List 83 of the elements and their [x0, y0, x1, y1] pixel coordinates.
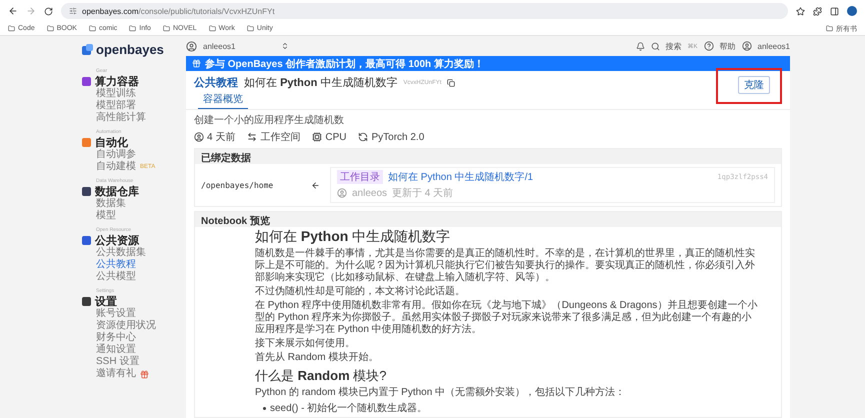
logo[interactable]: openbayes [82, 42, 182, 57]
extensions-icon[interactable] [813, 6, 822, 16]
folder-icon [88, 25, 96, 32]
dataset-link[interactable]: 如何在 Python 中生成随机数字/1 [388, 170, 534, 184]
nav-group-title: 自动化 [82, 135, 182, 149]
nav-group-title: 算力容器 [82, 74, 182, 88]
nav-item[interactable]: 资源使用状况 [82, 320, 182, 332]
circle-arrow-icon [358, 132, 368, 142]
meta-text: PyTorch 2.0 [371, 132, 424, 142]
bookmark-star-icon[interactable] [796, 6, 805, 16]
meta-text: CPU [325, 132, 346, 142]
section-title: 已绑定数据 [195, 149, 781, 164]
help-icon[interactable] [704, 41, 714, 51]
bell-icon[interactable] [636, 42, 644, 50]
paragraph: 接下来展示如何使用。 [255, 338, 356, 350]
nav-item[interactable]: 高性能计算 [82, 112, 182, 124]
banner-text: 参与 OpenBayes 创作者激励计划，最高可得 100h 算力奖励！ [205, 57, 484, 70]
nav-group-title: 公共资源 [82, 233, 182, 247]
paragraph: 首先从 Random 模块开始。 [255, 352, 380, 364]
avatar-icon [337, 188, 347, 198]
promo-banner[interactable]: 参与 OpenBayes 创作者激励计划，最高可得 100h 算力奖励！ [186, 56, 790, 71]
updated-time: 更新于 4 天前 [392, 186, 454, 200]
nav-item[interactable]: 模型部署 [82, 100, 182, 112]
reload-icon[interactable] [44, 6, 53, 16]
tag: 工作目录 [337, 170, 383, 184]
arrow-left-icon [311, 180, 320, 190]
nav-item[interactable]: 模型训练 [82, 88, 182, 100]
paragraph: 在 Python 程序中使用随机数非常有用。假如你在玩《龙与地下城》（Dungeons & Dragons）并且想要创建一个小型的 Python 程序来为你掷骰子。虽然用实体骰子掷骰子对玩家来说带来了很多满足感，但为此创建一个有趣的小应用程序是学习在 Python 中使用随机数的好方法。 [255, 300, 758, 336]
site-settings-icon[interactable] [69, 7, 77, 15]
user-name: anleeos [352, 188, 388, 198]
paragraph: 随机数是一件棘手的事情，尤其是当你需要的是真正的随机性时。不幸的是，在计算机的世界里，真正的随机性实际上是不可能的。为什么呢？因为计算机只能执行它们被告知要执行的操作。要实现真正的随机性，你必须引入外部影响来实现它（比如移动鼠标、在键盘上输入随机字符、风等）。 [255, 248, 756, 284]
nav-item[interactable]: 自动调参 [82, 149, 182, 161]
nav-item[interactable]: 公共教程 [82, 259, 182, 271]
tab[interactable]: 容器概览 [198, 92, 248, 109]
swap-icon [247, 132, 258, 142]
folder-icon [246, 25, 254, 32]
folder-icon [162, 25, 170, 32]
folder-icon [8, 25, 15, 32]
help-link[interactable]: 帮助 [720, 40, 736, 52]
heading: 如何在 Python 中生成随机数字 [255, 228, 452, 246]
paragraph: Python 的 random 模块已内置于 Python 中（无需额外安装），包括以下几种方法： [255, 387, 626, 399]
nav-item[interactable]: 账号设置 [82, 308, 182, 320]
side-panel-icon[interactable] [830, 6, 839, 16]
user-name[interactable]: anleeos1 [758, 42, 790, 50]
nav-item[interactable]: SSH 设置 [82, 356, 182, 368]
nav-item[interactable]: 模型 [82, 210, 182, 222]
nav-item[interactable]: 数据集 [82, 198, 182, 210]
heading: 什么是 Random 模块? [255, 367, 388, 385]
section-title: Notebook 预览 [195, 212, 781, 227]
copy-icon[interactable] [447, 78, 456, 86]
nav-group-title: 设置 [82, 294, 182, 308]
tutorial-title: 如何在 Python 中生成随机数字 [244, 76, 398, 90]
nav-item[interactable]: 财务中心 [82, 332, 182, 344]
breadcrumb-link[interactable]: 公共教程 [194, 75, 238, 90]
nav-item[interactable]: 公共数据集 [82, 247, 182, 259]
workspace-selector[interactable]: anleeos1 [203, 42, 236, 50]
gift-icon [192, 59, 201, 68]
back-icon[interactable] [8, 6, 18, 16]
address-bar[interactable]: openbayes.com/console/public/tutorials/VcvxHZUnFYt [61, 3, 788, 19]
nav-item[interactable]: 邀请有礼 [82, 368, 182, 380]
chevron-icon[interactable] [281, 42, 290, 50]
folder-icon [129, 25, 136, 32]
nav-item[interactable]: 公共模型 [82, 271, 182, 283]
list-item: seed() - 初始化一个随机数生成器。 [270, 402, 428, 415]
description: 创建一个小的应用程序生成随机数 [193, 114, 345, 128]
nav-item[interactable]: 通知设置 [82, 344, 182, 356]
folder-icon [46, 25, 54, 32]
mount-path: /openbayes/home [201, 180, 274, 190]
meta-text: 工作空间 [260, 130, 300, 144]
meta-text: 4 天前 [207, 131, 236, 144]
bullet-icon [263, 406, 266, 410]
avatar-icon [194, 132, 204, 142]
avatar-icon [186, 40, 197, 52]
folder-icon [826, 25, 833, 32]
clone-button[interactable]: 克隆 [738, 76, 770, 94]
profile-avatar-icon[interactable] [847, 6, 857, 16]
search-label[interactable]: 搜索 [666, 40, 682, 52]
chip-icon [312, 132, 322, 142]
avatar-icon [742, 41, 752, 51]
nav-group-title: 数据仓库 [82, 184, 182, 198]
paragraph: 不过伪随机性却是可能的，本文将讨论此话题。 [255, 286, 466, 298]
folder-icon [208, 25, 216, 32]
search-icon[interactable] [650, 42, 660, 50]
